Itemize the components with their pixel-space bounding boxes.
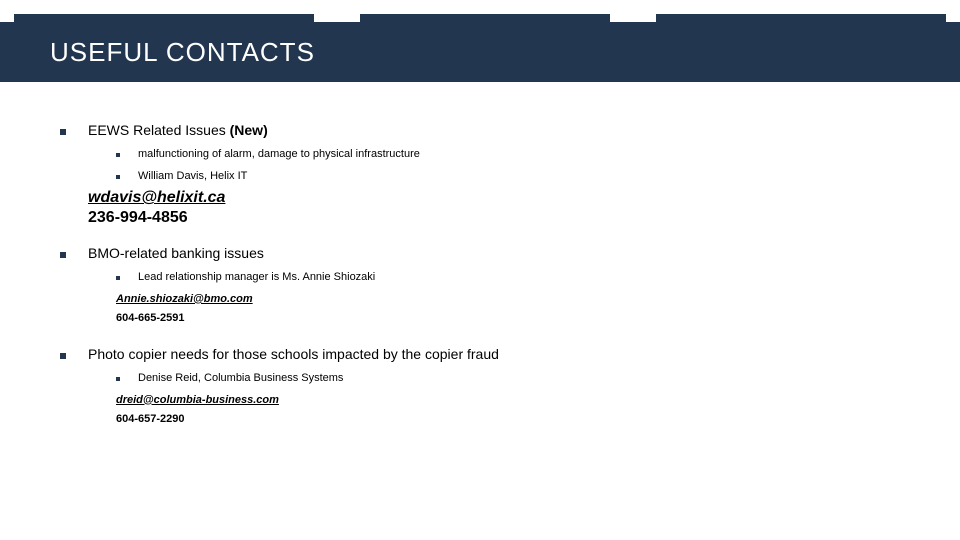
contact-phone: 236-994-4856 [88, 209, 910, 227]
section-heading-row: Photo copier needs for those schools imp… [60, 346, 910, 362]
contact-section-bmo: BMO-related banking issues Lead relation… [60, 245, 910, 328]
section-label: Photo copier needs for those schools imp… [88, 346, 499, 362]
sub-item: malfunctioning of alarm, damage to physi… [116, 146, 910, 164]
new-tag: (New) [230, 122, 268, 138]
accent-segment [14, 14, 314, 22]
square-bullet-icon [60, 353, 66, 359]
section-label: BMO-related banking issues [88, 245, 264, 261]
sub-item: Denise Reid, Columbia Business Systems [116, 370, 910, 388]
square-bullet-icon [60, 129, 66, 135]
section-label-text: EEWS Related Issues [88, 122, 226, 138]
content-body: EEWS Related Issues (New) malfunctioning… [0, 82, 960, 429]
section-sub: Denise Reid, Columbia Business Systems d… [116, 370, 910, 429]
section-sub: malfunctioning of alarm, damage to physi… [116, 146, 910, 185]
contact-phone: 604-657-2290 [116, 411, 910, 429]
section-heading-row: BMO-related banking issues [60, 245, 910, 261]
square-bullet-small-icon [116, 276, 120, 280]
sub-item-text: Lead relationship manager is Ms. Annie S… [138, 269, 375, 287]
contact-phone: 604-665-2591 [116, 310, 910, 328]
square-bullet-small-icon [116, 377, 120, 381]
top-accent-bar [0, 0, 960, 22]
section-label: EEWS Related Issues (New) [88, 122, 268, 138]
section-heading-row: EEWS Related Issues (New) [60, 122, 910, 138]
accent-segment [360, 14, 610, 22]
sub-item-text: Denise Reid, Columbia Business Systems [138, 370, 343, 388]
sub-item-text: William Davis, Helix IT [138, 168, 247, 186]
sub-item: Lead relationship manager is Ms. Annie S… [116, 269, 910, 287]
accent-segment [656, 14, 946, 22]
square-bullet-icon [60, 252, 66, 258]
sub-item-text: malfunctioning of alarm, damage to physi… [138, 146, 420, 164]
contact-email: wdavis@helixit.ca [88, 189, 910, 207]
contact-section-eews: EEWS Related Issues (New) malfunctioning… [60, 122, 910, 227]
header-band: USEFUL CONTACTS [0, 22, 960, 82]
contact-section-copier: Photo copier needs for those schools imp… [60, 346, 910, 429]
contact-email: Annie.shiozaki@bmo.com [116, 291, 910, 309]
contact-email: dreid@columbia-business.com [116, 392, 910, 410]
square-bullet-small-icon [116, 153, 120, 157]
square-bullet-small-icon [116, 175, 120, 179]
sub-item: William Davis, Helix IT [116, 168, 910, 186]
page-title: USEFUL CONTACTS [50, 37, 315, 68]
section-sub: Lead relationship manager is Ms. Annie S… [116, 269, 910, 328]
